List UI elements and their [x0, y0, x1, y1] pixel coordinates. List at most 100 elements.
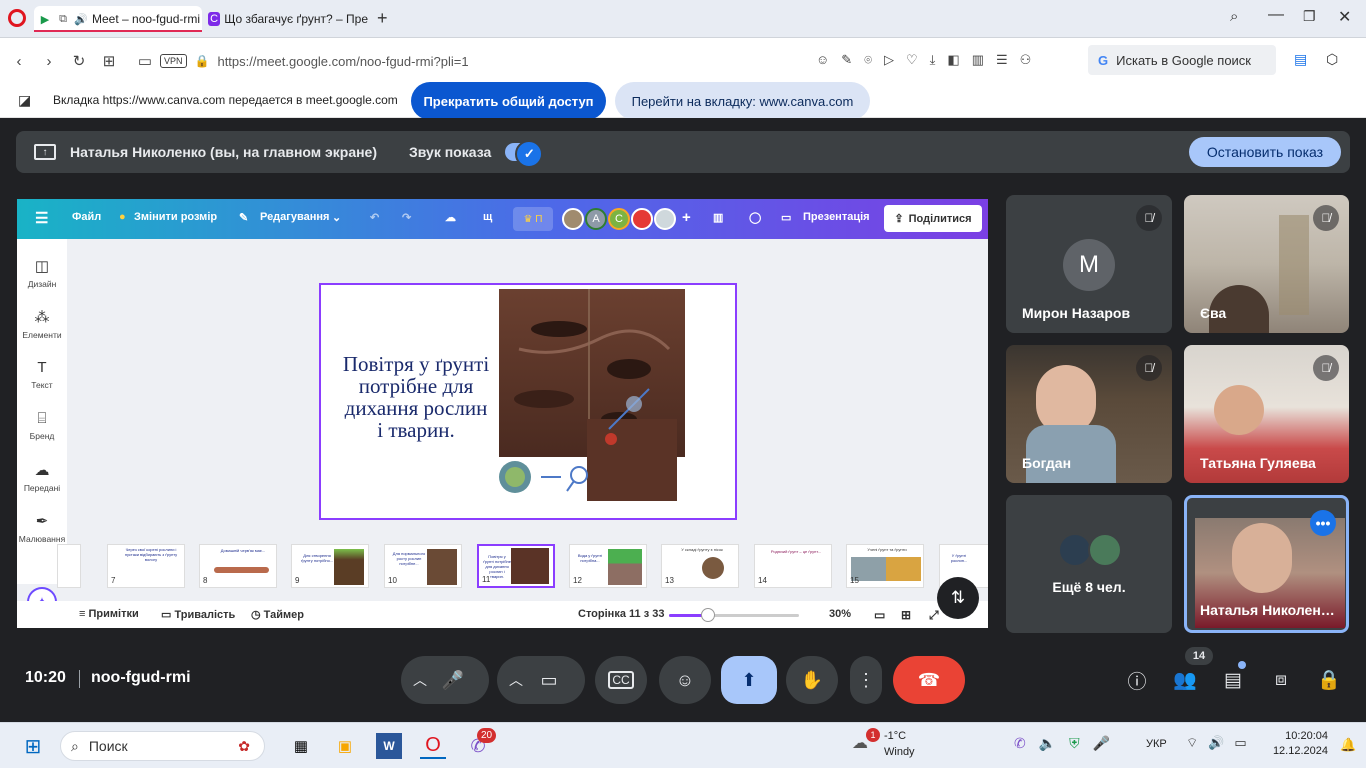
- download-icon[interactable]: ⤓: [930, 52, 936, 68]
- sidebar-item-elements[interactable]: ⁂ Елементи: [17, 308, 67, 340]
- go-to-tab-button[interactable]: Перейти на вкладку: www.canva.com: [615, 82, 870, 120]
- participant-tile[interactable]: 🎙̸ Богдан: [1006, 345, 1172, 483]
- speaker-icon[interactable]: 🔊: [74, 12, 88, 26]
- close-icon[interactable]: ✕: [1338, 7, 1351, 27]
- thumbnail-10[interactable]: Для нормального росту рослин потрібне...…: [384, 544, 462, 588]
- speed-dial-icon[interactable]: ⊞: [94, 52, 124, 70]
- meeting-info-icon[interactable]: ⓘ: [1123, 666, 1151, 694]
- back-icon[interactable]: ‹: [4, 53, 34, 70]
- minimize-icon[interactable]: —: [1268, 6, 1284, 24]
- thumbnail-11[interactable]: Повітря у ґрунті потрібне для дихання ро…: [477, 544, 555, 588]
- word-icon[interactable]: W: [376, 733, 402, 759]
- timer-button[interactable]: ◷ Таймер: [251, 608, 304, 621]
- thumbnail-12[interactable]: Вода у ґрунті потрібна... 12: [569, 544, 647, 588]
- menu-icon[interactable]: ☰: [996, 52, 1008, 68]
- sidebar-item-uploads[interactable]: ☁ Передані: [17, 461, 67, 493]
- sidebar-item-brand[interactable]: ⌸ Бренд: [17, 410, 67, 441]
- chevron-up-icon[interactable]: ︿: [413, 670, 427, 690]
- search-tabs-icon[interactable]: ⌕: [1230, 8, 1238, 25]
- zoom-slider-handle[interactable]: [701, 608, 715, 622]
- share-button[interactable]: ⇪ Поділитися: [884, 205, 982, 232]
- thumbnail-14[interactable]: Родючий ґрунт – це ґрунт... 14: [754, 544, 832, 588]
- microphone-button[interactable]: 🎤: [429, 656, 477, 704]
- network-group[interactable]: ⌔ 🔊 ▭: [1186, 735, 1247, 751]
- tab-canva[interactable]: C Що збагачує ґрунт? – Пре: [204, 6, 368, 32]
- security-icon[interactable]: ⛨: [1069, 735, 1080, 752]
- chart-icon[interactable]: ▥: [713, 211, 723, 224]
- grid-view-icon[interactable]: ▭: [874, 608, 885, 622]
- task-view-icon[interactable]: ▦: [288, 733, 314, 759]
- avatar[interactable]: С: [608, 208, 630, 230]
- new-tab-button[interactable]: +: [377, 8, 388, 29]
- thumbnail-7[interactable]: Через свої корені рослини і пустаки відб…: [107, 544, 185, 588]
- editing-menu[interactable]: Редагування: [260, 211, 329, 223]
- stop-presenting-button[interactable]: Остановить показ: [1189, 137, 1341, 167]
- reload-icon[interactable]: ↻: [64, 52, 94, 70]
- fullscreen-icon[interactable]: ⤢: [929, 608, 939, 623]
- shortcut-label[interactable]: щ: [483, 211, 492, 223]
- taskbar-search[interactable]: ⌕ Поиск ✿: [60, 731, 265, 761]
- host-controls-icon[interactable]: 🔒: [1315, 666, 1343, 694]
- present-now-button[interactable]: ⬆: [721, 656, 777, 704]
- thumbnail-15[interactable]: Учені ґрунт та ґрунти 15: [846, 544, 924, 588]
- opera-icon[interactable]: O: [420, 733, 446, 759]
- file-menu[interactable]: Файл: [72, 211, 101, 223]
- lock-icon[interactable]: 🔒: [195, 54, 210, 68]
- profile-icon[interactable]: ⚇: [1020, 52, 1032, 68]
- tab-meet[interactable]: ▶ ⧉ 🔊 Meet – noo-fgud-rmi: [34, 6, 202, 32]
- google-search-field[interactable]: G Искать в Google поиск: [1088, 45, 1276, 75]
- pro-crown-button[interactable]: ♛ П: [513, 207, 553, 231]
- sidebar-item-text[interactable]: T Текст: [17, 359, 67, 390]
- participant-tile-more[interactable]: Ещё 8 чел.: [1006, 495, 1172, 633]
- cube-icon[interactable]: ⬡: [1326, 51, 1338, 68]
- volume-tray-icon[interactable]: 🔈: [1039, 735, 1056, 752]
- notes-button[interactable]: ≡ Примітки: [79, 608, 139, 620]
- comment-icon[interactable]: ◯: [749, 211, 761, 224]
- thumbnails-icon[interactable]: ⊞: [901, 608, 911, 622]
- participant-tile-self[interactable]: ••• Наталья Николен…: [1184, 495, 1349, 633]
- current-slide[interactable]: Повітря у ґрунті потрібне для дихання ро…: [319, 283, 737, 520]
- sidebar-item-draw[interactable]: ✒ Малювання: [17, 512, 67, 544]
- extension-icon[interactable]: ▤: [1294, 51, 1307, 68]
- raise-hand-button[interactable]: ✋: [786, 656, 838, 704]
- heart-icon[interactable]: ♡: [906, 52, 918, 68]
- clock[interactable]: 10:20:04 12.12.2024: [1268, 729, 1328, 759]
- zoom-slider[interactable]: [669, 608, 799, 622]
- emoji-icon[interactable]: ☺: [816, 52, 829, 68]
- activities-icon[interactable]: ⧈: [1267, 666, 1295, 694]
- avatar[interactable]: [654, 208, 676, 230]
- leave-call-button[interactable]: ☎: [893, 656, 965, 704]
- thumbnail-13[interactable]: У складі ґрунту є пісок 13: [661, 544, 739, 588]
- thumbnail-partial[interactable]: [57, 544, 81, 588]
- pip-icon[interactable]: ⧉: [56, 12, 70, 26]
- camera-button[interactable]: ▭: [525, 656, 573, 704]
- opera-logo[interactable]: [8, 9, 26, 27]
- sound-toggle[interactable]: [505, 140, 544, 168]
- add-collaborator-button[interactable]: +: [682, 209, 691, 226]
- restore-icon[interactable]: ❐: [1303, 8, 1316, 25]
- camera-icon[interactable]: ▭: [130, 52, 160, 70]
- redo-icon[interactable]: ↷: [402, 211, 411, 224]
- bookmarks-icon[interactable]: ▥: [972, 52, 984, 68]
- undo-icon[interactable]: ↶: [370, 211, 379, 224]
- snapshot-icon[interactable]: ⌾: [864, 52, 872, 68]
- captions-button[interactable]: CC: [595, 656, 647, 704]
- chevron-down-icon[interactable]: ⌄: [332, 211, 341, 224]
- avatar[interactable]: [562, 208, 584, 230]
- participant-tile[interactable]: М 🎙̸ Мирон Назаров: [1006, 195, 1172, 333]
- cloud-icon[interactable]: ☁: [445, 211, 456, 224]
- chevron-up-icon[interactable]: ︿: [509, 670, 523, 690]
- avatar[interactable]: А: [585, 208, 607, 230]
- vpn-badge[interactable]: VPN: [160, 54, 187, 68]
- thumbnail-8[interactable]: Домашній черв'як має... 8: [199, 544, 277, 588]
- url-field[interactable]: https://meet.google.com/noo-fgud-rmi?pli…: [217, 54, 468, 69]
- more-options-button[interactable]: ⋮: [850, 656, 882, 704]
- swap-layout-icon[interactable]: ⇅: [937, 577, 979, 619]
- mic-tray-icon[interactable]: 🎤: [1093, 735, 1110, 752]
- notifications-icon[interactable]: 🔔: [1340, 737, 1356, 753]
- sidebar-icon[interactable]: ◧: [947, 52, 959, 68]
- emoji-button[interactable]: ☺: [659, 656, 711, 704]
- stop-sharing-button[interactable]: Прекратить общий доступ: [411, 82, 606, 120]
- menu-icon[interactable]: ☰: [35, 209, 48, 227]
- resize-menu[interactable]: Змінити розмір: [134, 211, 217, 223]
